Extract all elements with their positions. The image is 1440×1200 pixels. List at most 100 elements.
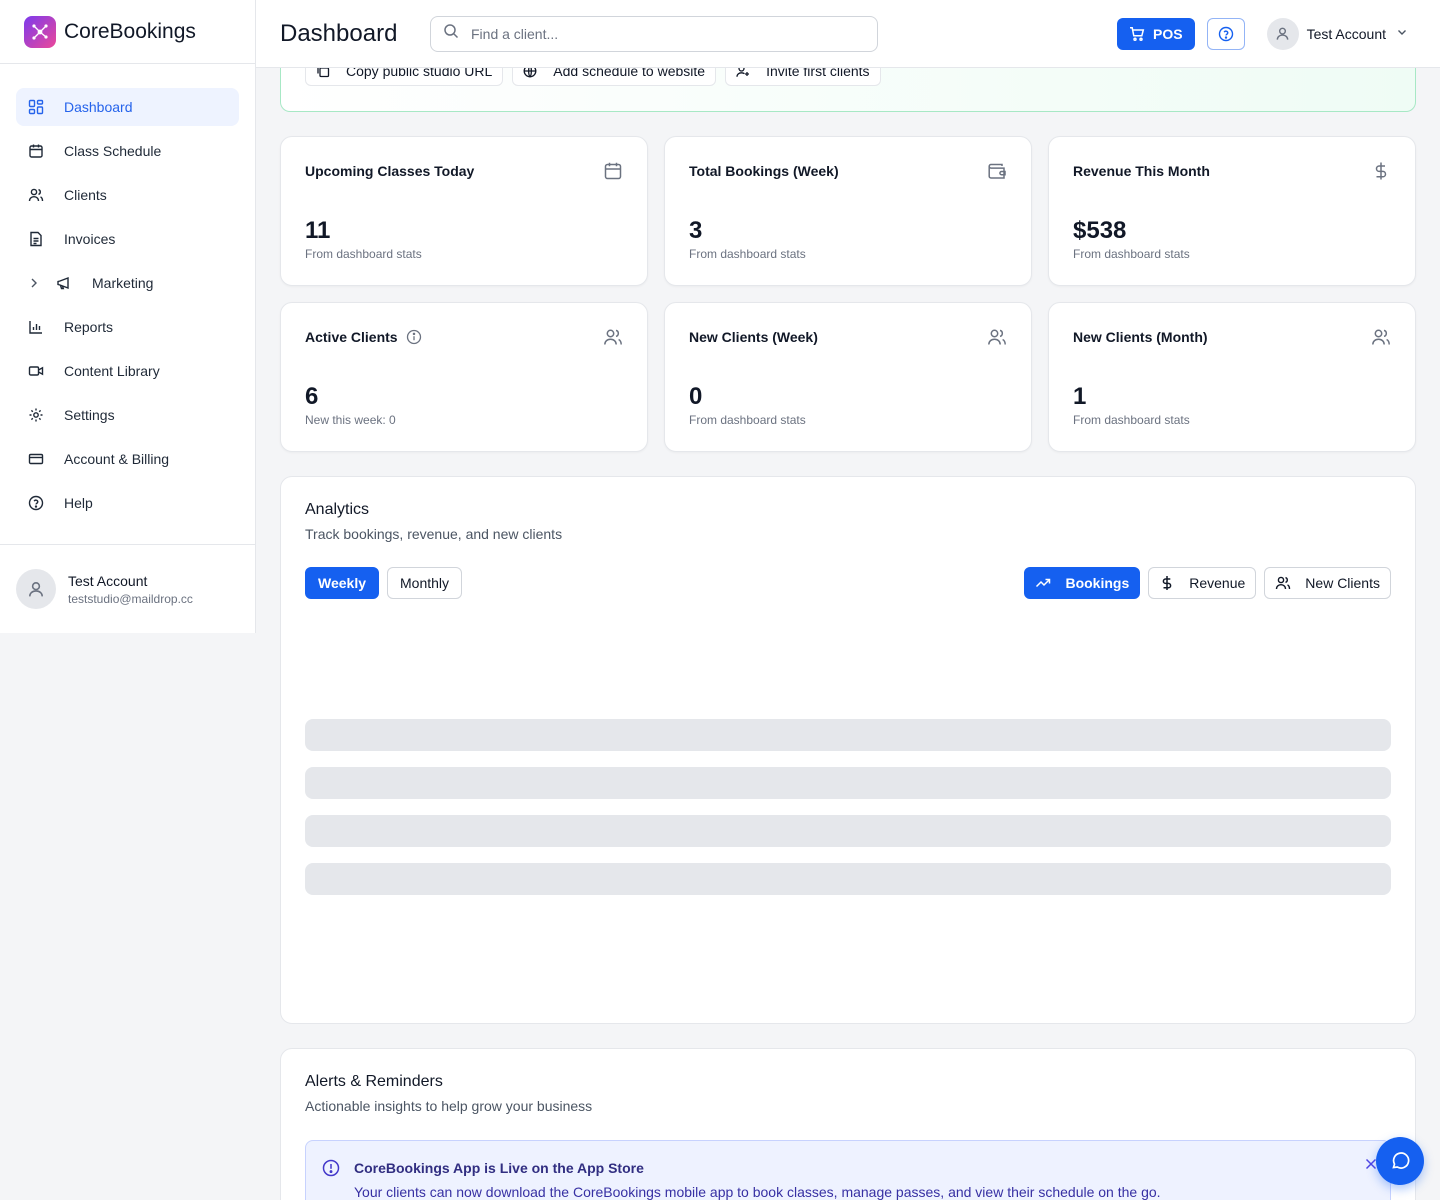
sidebar-item-clients[interactable]: Clients xyxy=(16,176,239,214)
revenue-button[interactable]: Revenue xyxy=(1148,567,1257,599)
info-icon[interactable] xyxy=(406,329,422,345)
stat-title: Upcoming Classes Today xyxy=(305,163,475,179)
bookings-button[interactable]: Bookings xyxy=(1024,567,1141,599)
new-clients-button[interactable]: New Clients xyxy=(1264,567,1391,599)
stat-card-upcoming-classes[interactable]: Upcoming Classes Today 11 From dashboard… xyxy=(280,136,648,286)
search-icon xyxy=(443,23,459,44)
stat-title-row: Active Clients xyxy=(305,329,623,345)
sidebar-item-label: Content Library xyxy=(64,363,160,379)
stat-title: Active Clients xyxy=(305,329,398,345)
metric-toggle: Bookings Revenue New Clients xyxy=(1016,567,1391,599)
chevron-right-icon[interactable] xyxy=(28,277,44,289)
pos-label: POS xyxy=(1153,25,1183,42)
user-email: teststudio@maildrop.cc xyxy=(68,591,193,606)
sidebar-item-class-schedule[interactable]: Class Schedule xyxy=(16,132,239,170)
stat-value: 3 xyxy=(689,217,703,244)
stats-grid: Upcoming Classes Today 11 From dashboard… xyxy=(280,136,1416,452)
search-input[interactable] xyxy=(471,25,851,42)
brand[interactable]: CoreBookings xyxy=(0,0,255,64)
period-toggle: Weekly Monthly xyxy=(305,567,470,599)
file-text-icon xyxy=(28,231,44,247)
revenue-label: Revenue xyxy=(1189,575,1246,591)
avatar xyxy=(1266,17,1299,50)
sidebar-item-marketing[interactable]: Marketing xyxy=(16,264,239,302)
sidebar-item-label: Reports xyxy=(64,319,114,335)
sidebar-user-profile[interactable]: Test Account teststudio@maildrop.cc xyxy=(0,544,255,633)
users-icon xyxy=(1275,575,1291,591)
sidebar-item-help[interactable]: Help xyxy=(16,484,239,522)
dollar-icon xyxy=(1159,575,1175,591)
sidebar-nav: Dashboard Class Schedule Clients Invoice… xyxy=(0,64,255,522)
sidebar-item-content-library[interactable]: Content Library xyxy=(16,352,239,390)
search-box[interactable] xyxy=(430,15,878,52)
analytics-subtitle: Track bookings, revenue, and new clients xyxy=(305,526,563,542)
sidebar: CoreBookings Dashboard Class Schedule Cl… xyxy=(0,0,256,633)
loading-skeleton xyxy=(305,863,1391,895)
megaphone-icon xyxy=(56,275,72,291)
stat-value: 0 xyxy=(689,383,703,410)
grid-icon xyxy=(28,99,44,115)
sidebar-item-account-billing[interactable]: Account & Billing xyxy=(16,440,239,478)
stat-subtext: From dashboard stats xyxy=(1073,413,1190,427)
alerts-title: Alerts & Reminders xyxy=(305,1073,443,1090)
stat-card-new-clients-week[interactable]: New Clients (Week) 0 From dashboard stat… xyxy=(664,302,1032,452)
users-icon xyxy=(987,327,1007,352)
stat-card-total-bookings[interactable]: Total Bookings (Week) 3 From dashboard s… xyxy=(664,136,1032,286)
stat-value: 1 xyxy=(1073,383,1087,410)
avatar xyxy=(16,569,56,609)
stat-card-active-clients[interactable]: Active Clients 6 New this week: 0 xyxy=(280,302,648,452)
video-icon xyxy=(28,363,44,379)
stat-card-revenue-month[interactable]: Revenue This Month $538 From dashboard s… xyxy=(1048,136,1416,286)
alert-item: CoreBookings App is Live on the App Stor… xyxy=(305,1140,1391,1200)
stat-subtext: From dashboard stats xyxy=(689,247,806,261)
stat-subtext: From dashboard stats xyxy=(1073,247,1190,261)
account-menu[interactable]: Test Account xyxy=(1266,17,1408,50)
help-circle-icon xyxy=(1218,26,1233,41)
sidebar-item-invoices[interactable]: Invoices xyxy=(16,220,239,258)
monthly-button[interactable]: Monthly xyxy=(387,567,463,599)
sidebar-item-label: Help xyxy=(64,495,93,511)
chat-button[interactable] xyxy=(1376,1137,1424,1185)
stat-title: New Clients (Month) xyxy=(1073,329,1208,345)
alerts-card: Alerts & Reminders Actionable insights t… xyxy=(280,1048,1416,1200)
user-icon xyxy=(29,582,43,597)
users-icon xyxy=(603,327,623,352)
bar-chart-icon xyxy=(28,319,44,335)
chevron-down-icon xyxy=(1396,25,1408,43)
alert-circle-icon xyxy=(322,1159,340,1182)
calendar-icon xyxy=(28,143,44,159)
help-circle-icon xyxy=(28,495,44,511)
loading-skeleton xyxy=(305,815,1391,847)
loading-skeleton xyxy=(305,719,1391,751)
analytics-card: Analytics Track bookings, revenue, and n… xyxy=(280,476,1416,1024)
sidebar-item-label: Invoices xyxy=(64,231,116,247)
trending-up-icon xyxy=(1035,575,1051,591)
gear-icon xyxy=(28,407,44,423)
users-icon xyxy=(28,187,44,203)
user-icon xyxy=(1276,27,1289,40)
sidebar-item-dashboard[interactable]: Dashboard xyxy=(16,88,239,126)
sidebar-item-label: Dashboard xyxy=(64,99,133,115)
bookings-label: Bookings xyxy=(1065,575,1130,591)
alert-title: CoreBookings App is Live on the App Stor… xyxy=(354,1160,644,1176)
top-header: Dashboard POS Test Account xyxy=(256,0,1440,68)
sidebar-item-label: Class Schedule xyxy=(64,143,162,159)
stat-value: 6 xyxy=(305,383,319,410)
stat-subtext: New this week: 0 xyxy=(305,413,396,427)
help-button[interactable] xyxy=(1206,17,1245,50)
stat-value: $538 xyxy=(1073,217,1127,244)
new-clients-label: New Clients xyxy=(1305,575,1380,591)
alerts-subtitle: Actionable insights to help grow your bu… xyxy=(305,1098,593,1114)
stat-title: Total Bookings (Week) xyxy=(689,163,839,179)
message-circle-icon xyxy=(1392,1152,1410,1169)
sidebar-item-reports[interactable]: Reports xyxy=(16,308,239,346)
pos-button[interactable]: POS xyxy=(1117,17,1195,50)
dollar-icon xyxy=(1371,161,1391,186)
sidebar-item-settings[interactable]: Settings xyxy=(16,396,239,434)
loading-skeleton xyxy=(305,767,1391,799)
sidebar-item-label: Account & Billing xyxy=(64,451,170,467)
weekly-button[interactable]: Weekly xyxy=(305,567,379,599)
stat-card-new-clients-month[interactable]: New Clients (Month) 1 From dashboard sta… xyxy=(1048,302,1416,452)
stat-value: 11 xyxy=(305,217,331,244)
sidebar-item-label: Marketing xyxy=(92,275,154,291)
